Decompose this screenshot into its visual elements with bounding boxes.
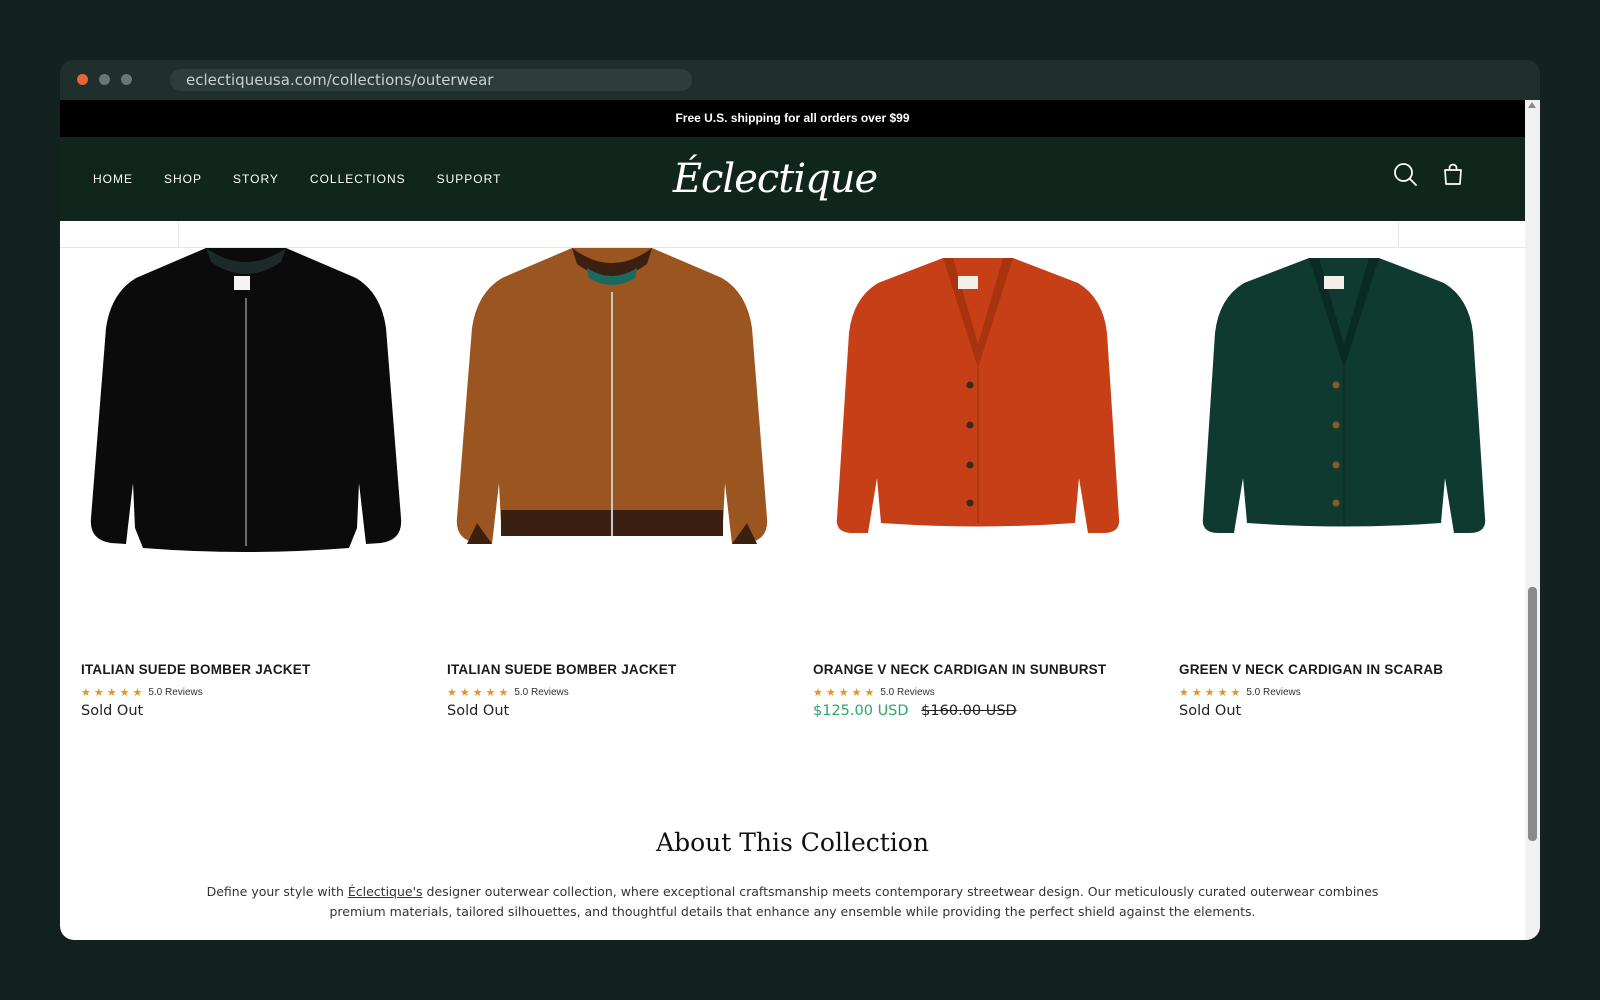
cardigan-image (836, 258, 1120, 533)
review-count: 5.0 Reviews (1246, 687, 1301, 698)
about-collection-text: Define your style with Éclectique's desi… (190, 882, 1395, 922)
product-price: Sold Out (81, 703, 143, 719)
browser-titlebar: eclectiqueusa.com/collections/outerwear (60, 60, 1540, 100)
rating-stars: ★★★★★ (813, 687, 878, 699)
product-rating: ★★★★★ 5.0 Reviews (813, 686, 935, 699)
filter-divider (178, 221, 179, 248)
url-bar[interactable]: eclectiqueusa.com/collections/outerwear (170, 69, 692, 91)
cardigan-image (1202, 258, 1486, 533)
about-text-body: designer outerwear collection, where exc… (329, 884, 1379, 919)
announcement-bar: Free U.S. shipping for all orders over $… (60, 100, 1525, 137)
nav-item-collections[interactable]: COLLECTIONS (310, 172, 406, 186)
minimize-window-button[interactable] (99, 74, 110, 85)
product-name[interactable]: ORANGE V NECK CARDIGAN IN SUNBURST (813, 662, 1106, 677)
about-text-intro: Define your style with (206, 884, 348, 899)
sold-out-label: Sold Out (81, 703, 144, 719)
product-price: $125.00 USD $160.00 USD (813, 703, 1017, 719)
rating-stars: ★★★★★ (81, 687, 146, 699)
sale-price: $125.00 USD (813, 703, 909, 719)
sold-out-label: Sold Out (447, 703, 510, 719)
product-price: Sold Out (1179, 703, 1241, 719)
maximize-window-button[interactable] (121, 74, 132, 85)
product-card[interactable]: ITALIAN SUEDE BOMBER JACKET ★★★★★ 5.0 Re… (447, 248, 777, 719)
filter-divider (1398, 221, 1399, 248)
nav-item-support[interactable]: SUPPORT (437, 172, 502, 186)
about-collection-title: About This Collection (656, 828, 929, 857)
main-nav: HOME SHOP STORY COLLECTIONS SUPPORT (93, 137, 501, 221)
nav-item-shop[interactable]: SHOP (164, 172, 202, 186)
rating-stars: ★★★★★ (1179, 687, 1244, 699)
page-scrollbar[interactable] (1525, 100, 1540, 940)
page-viewport: Free U.S. shipping for all orders over $… (60, 100, 1540, 940)
product-rating: ★★★★★ 5.0 Reviews (447, 686, 569, 699)
nav-item-home[interactable]: HOME (93, 172, 133, 186)
filter-bar (60, 221, 1525, 248)
product-image[interactable] (81, 248, 411, 638)
search-icon[interactable] (1392, 161, 1418, 187)
compare-price: $160.00 USD (921, 703, 1017, 719)
review-count: 5.0 Reviews (880, 687, 935, 698)
product-card[interactable]: GREEN V NECK CARDIGAN IN SCARAB ★★★★★ 5.… (1179, 248, 1509, 719)
bomber-jacket-image (456, 248, 768, 544)
product-rating: ★★★★★ 5.0 Reviews (81, 686, 203, 699)
product-name[interactable]: ITALIAN SUEDE BOMBER JACKET (447, 662, 676, 677)
site-header: HOME SHOP STORY COLLECTIONS SUPPORT Écle… (60, 137, 1525, 221)
scrollbar-thumb[interactable] (1528, 587, 1537, 841)
product-name[interactable]: GREEN V NECK CARDIGAN IN SCARAB (1179, 662, 1443, 677)
close-window-button[interactable] (77, 74, 88, 85)
sold-out-label: Sold Out (1179, 703, 1242, 719)
product-card[interactable]: ORANGE V NECK CARDIGAN IN SUNBURST ★★★★★… (813, 248, 1143, 719)
browser-window: eclectiqueusa.com/collections/outerwear … (60, 60, 1540, 940)
review-count: 5.0 Reviews (514, 687, 569, 698)
bomber-jacket-image (90, 248, 402, 552)
product-price: Sold Out (447, 703, 509, 719)
site-logo[interactable]: Éclectique (670, 137, 880, 221)
product-card[interactable]: ITALIAN SUEDE BOMBER JACKET ★★★★★ 5.0 Re… (81, 248, 411, 719)
nav-item-story[interactable]: STORY (233, 172, 279, 186)
brand-link[interactable]: Éclectique's (348, 884, 423, 899)
product-rating: ★★★★★ 5.0 Reviews (1179, 686, 1301, 699)
review-count: 5.0 Reviews (148, 687, 203, 698)
product-image[interactable] (1179, 248, 1509, 638)
cart-icon[interactable] (1440, 161, 1466, 187)
rating-stars: ★★★★★ (447, 687, 512, 699)
scroll-up-arrow-icon[interactable] (1528, 102, 1536, 108)
product-name[interactable]: ITALIAN SUEDE BOMBER JACKET (81, 662, 310, 677)
product-image[interactable] (447, 248, 777, 638)
product-image[interactable] (813, 248, 1143, 638)
